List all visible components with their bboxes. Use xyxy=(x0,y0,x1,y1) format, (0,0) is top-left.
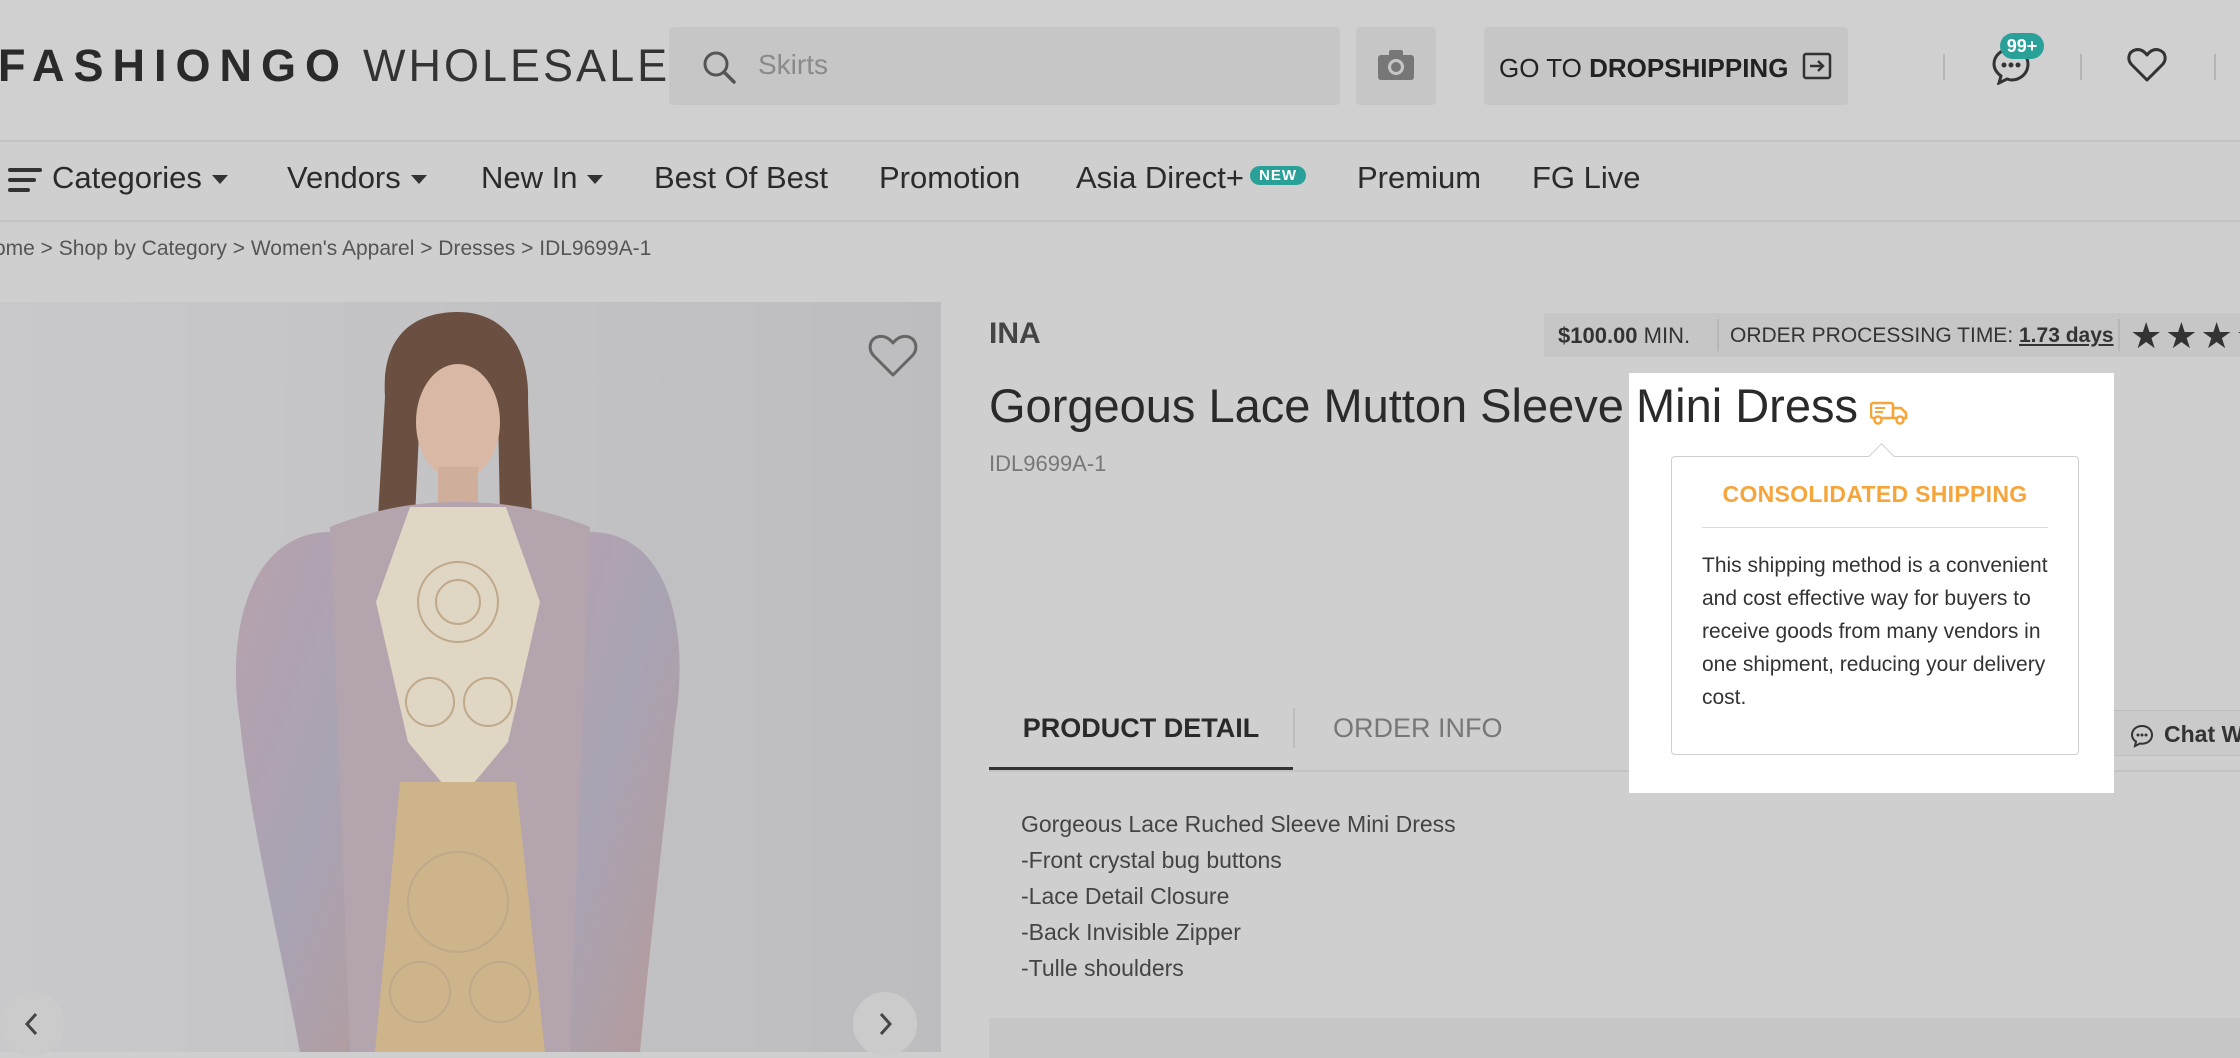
message-count-badge: 99+ xyxy=(2000,33,2044,59)
product-photo-illustration xyxy=(0,302,941,1052)
shipping-spotlight: Mini Dress CONSOLIDATED SHIPPING This sh… xyxy=(1629,373,2114,793)
next-image-button[interactable] xyxy=(853,992,917,1056)
chevron-down-icon xyxy=(211,175,228,185)
chat-label: Chat W xyxy=(2164,721,2240,747)
shipping-truck-icon[interactable] xyxy=(1870,400,1908,426)
bottom-panel xyxy=(989,1018,2240,1058)
nav-label: Best Of Best xyxy=(654,160,829,195)
chat-with-vendor-button[interactable]: Chat W xyxy=(2105,710,2240,756)
nav-label: FG Live xyxy=(1532,160,1641,195)
site-header: FASHIONGO WHOLESALE Skirts GO TO DROPSHIP… xyxy=(0,0,2240,142)
exit-arrow-icon xyxy=(1802,52,1832,80)
go-to-dropshipping-button[interactable]: GO TO DROPSHIPPING xyxy=(1484,27,1848,105)
product-title-highlight: Mini Dress xyxy=(1636,379,1858,432)
image-search-button[interactable] xyxy=(1356,27,1436,105)
tooltip-divider xyxy=(1702,527,2048,528)
product-sku: IDL9699A-1 xyxy=(989,451,1107,476)
new-badge: NEW xyxy=(1249,166,1306,185)
nav-label: Promotion xyxy=(879,160,1021,195)
breadcrumb[interactable]: ome > Shop by Category > Women's Apparel… xyxy=(0,237,651,261)
chat-bubble-icon xyxy=(2130,724,2154,748)
wishlist-heart-icon[interactable] xyxy=(2127,47,2167,83)
nav-premium[interactable]: Premium xyxy=(1357,160,1481,196)
nav-label: Vendors xyxy=(287,160,401,195)
site-logo[interactable]: FASHIONGO WHOLESALE xyxy=(0,40,670,92)
camera-icon xyxy=(1378,50,1414,80)
nav-vendors[interactable]: Vendors xyxy=(287,160,427,196)
tab-order-info[interactable]: ORDER INFO xyxy=(1333,713,1503,744)
nav-label: Premium xyxy=(1357,160,1482,195)
vendor-name[interactable]: INA xyxy=(989,317,1041,351)
dropshipping-label: GO TO DROPSHIPPING xyxy=(1499,53,1788,84)
favorite-heart-icon[interactable] xyxy=(867,333,919,379)
consolidated-shipping-tooltip: CONSOLIDATED SHIPPING This shipping meth… xyxy=(1671,443,2079,755)
minimum-order: $100.00 MIN. xyxy=(1558,323,1690,349)
search-input[interactable]: Skirts xyxy=(669,27,1340,105)
description-line: -Tulle shoulders xyxy=(1021,955,1184,981)
product-image[interactable] xyxy=(0,302,941,1052)
tab-divider xyxy=(1293,708,1295,748)
chevron-down-icon xyxy=(410,175,427,185)
description-line: Gorgeous Lace Ruched Sleeve Mini Dress xyxy=(1021,811,1456,837)
nav-label: Categories xyxy=(52,160,202,195)
minimum-amount: $100.00 xyxy=(1558,323,1638,348)
header-divider xyxy=(2080,54,2082,80)
tab-product-detail[interactable]: PRODUCT DETAIL xyxy=(989,713,1293,772)
description-line: -Lace Detail Closure xyxy=(1021,883,1230,909)
product-title-text: Gorgeous Lace Mutton Sleeve xyxy=(989,379,1624,432)
nav-promotion[interactable]: Promotion xyxy=(879,160,1020,196)
order-processing-time: ORDER PROCESSING TIME: 1.73 days xyxy=(1730,324,2114,348)
vendor-rating-stars: ★★★★ xyxy=(2130,315,2240,356)
processing-value[interactable]: 1.73 days xyxy=(2019,324,2114,347)
previous-image-button[interactable] xyxy=(0,992,64,1056)
chevron-left-icon xyxy=(24,1012,38,1036)
processing-label: ORDER PROCESSING TIME: xyxy=(1730,324,2019,347)
logo-sub: WHOLESALE xyxy=(363,40,671,91)
nav-new-in[interactable]: New In xyxy=(481,160,604,196)
tab-label: PRODUCT DETAIL xyxy=(1022,713,1260,743)
header-divider xyxy=(1943,54,1945,80)
nav-fg-live[interactable]: FG Live xyxy=(1532,160,1641,196)
vendor-meta: $100.00 MIN. ORDER PROCESSING TIME: 1.73… xyxy=(1544,313,2240,357)
tooltip-arrow xyxy=(1868,443,1895,470)
nav-categories[interactable]: Categories xyxy=(8,160,228,198)
nav-best-of-best[interactable]: Best Of Best xyxy=(654,160,828,196)
search-placeholder: Skirts xyxy=(758,49,828,80)
chevron-down-icon xyxy=(587,175,604,185)
tab-label: ORDER INFO xyxy=(1333,713,1503,743)
chevron-right-icon xyxy=(879,1012,893,1036)
header-divider xyxy=(2214,54,2216,80)
menu-icon xyxy=(8,162,42,198)
tooltip-heading: CONSOLIDATED SHIPPING xyxy=(1722,481,2028,507)
tooltip-body: This shipping method is a convenient and… xyxy=(1702,554,2048,709)
nav-asia-direct[interactable]: Asia Direct+ NEW xyxy=(1076,160,1306,196)
description-line: -Front crystal bug buttons xyxy=(1021,847,1282,873)
meta-divider xyxy=(2118,319,2120,351)
dropshipping-prefix: GO TO xyxy=(1499,53,1590,83)
nav-label: Asia Direct+ xyxy=(1076,160,1244,195)
main-navigation: Categories Vendors New In Best Of Best P… xyxy=(0,142,2240,222)
meta-divider xyxy=(1717,319,1719,351)
nav-label: New In xyxy=(481,160,578,195)
minimum-label: MIN. xyxy=(1637,323,1691,348)
dropshipping-bold: DROPSHIPPING xyxy=(1589,53,1789,83)
product-title: Gorgeous Lace Mutton Sleeve xyxy=(989,378,1624,433)
description-line: -Back Invisible Zipper xyxy=(1021,919,1241,945)
product-description: Gorgeous Lace Ruched Sleeve Mini Dress -… xyxy=(1021,806,1456,986)
search-icon xyxy=(703,51,736,84)
logo-main: FASHIONGO xyxy=(0,40,350,91)
